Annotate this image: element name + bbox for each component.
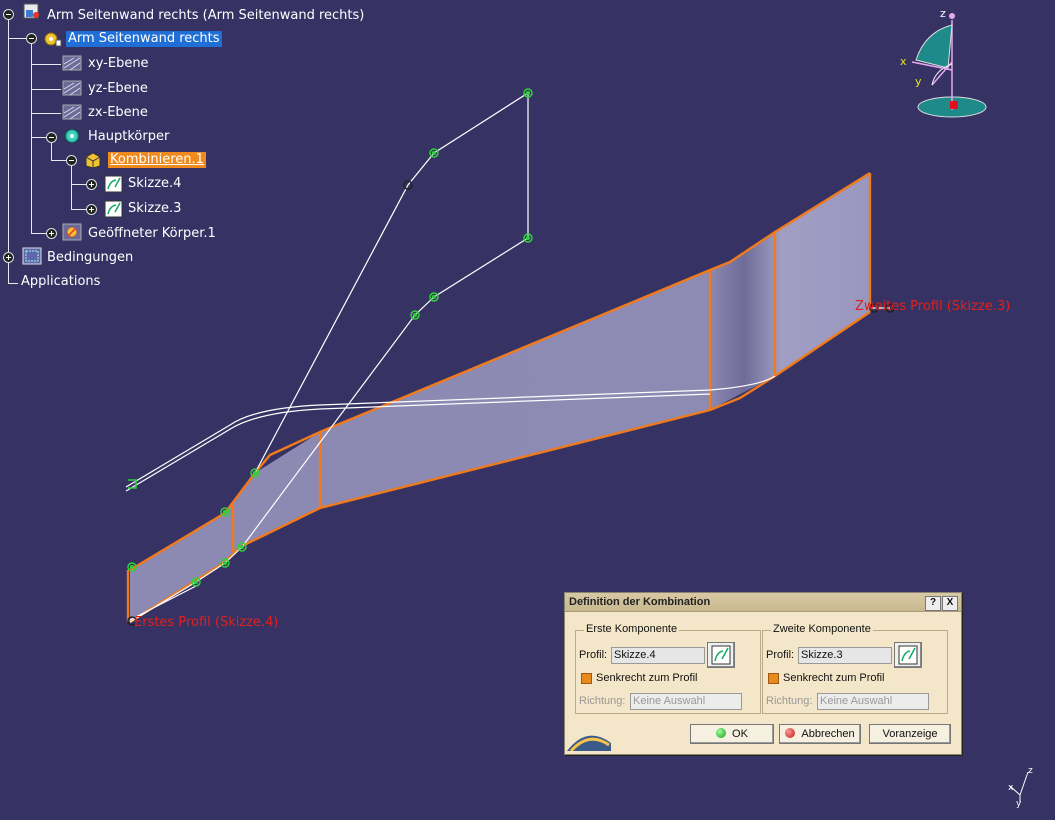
first-perpendicular-checkbox[interactable] <box>581 673 592 684</box>
tree-node-part[interactable]: Arm Seitenwand rechts <box>66 31 222 47</box>
expand-icon[interactable] <box>86 204 97 215</box>
first-component-title: Erste Komponente <box>584 623 680 635</box>
sketch-icon <box>898 645 918 665</box>
tree-node-xy-plane[interactable]: xy-Ebene <box>88 56 149 72</box>
second-profile-sketch-button[interactable] <box>894 642 922 668</box>
tree-node-yz-plane[interactable]: yz-Ebene <box>88 81 148 97</box>
dialog-logo-icon <box>567 735 611 751</box>
expand-icon[interactable] <box>86 179 97 190</box>
tree-node-constraints[interactable]: Bedingungen <box>47 250 133 266</box>
close-button[interactable]: X <box>942 596 958 611</box>
plane-icon <box>62 104 82 120</box>
ok-icon <box>716 728 727 738</box>
tree-node-applications[interactable]: Applications <box>21 274 100 290</box>
expand-icon[interactable] <box>3 252 14 263</box>
body-gear-icon <box>65 129 79 143</box>
tree-line <box>71 209 87 210</box>
tree-line <box>31 233 47 234</box>
tree-node-zx-plane[interactable]: zx-Ebene <box>88 105 148 121</box>
axis-z-label: z <box>1028 766 1033 776</box>
cancel-button[interactable]: Abbrechen <box>779 724 861 744</box>
cancel-icon <box>785 728 796 738</box>
help-button[interactable]: ? <box>925 596 941 611</box>
first-perpendicular-label: Senkrecht zum Profil <box>596 672 698 684</box>
tree-node-root[interactable]: Arm Seitenwand rechts (Arm Seitenwand re… <box>47 8 364 24</box>
expand-icon[interactable] <box>46 228 57 239</box>
tree-node-sketch-4[interactable]: Skizze.4 <box>128 176 181 192</box>
plane-icon <box>62 80 82 96</box>
first-profile-sketch-button[interactable] <box>707 642 735 668</box>
first-direction-label: Richtung: <box>579 695 626 707</box>
second-profile-label: Zweites Profil (Skizze.3) <box>855 299 1011 314</box>
compass-icon[interactable] <box>911 13 987 118</box>
tree-line <box>51 141 52 161</box>
first-component-group: Erste Komponente Profil: Skizze.4 Senkre… <box>575 623 761 714</box>
second-perpendicular-label: Senkrecht zum Profil <box>783 672 885 684</box>
tree-line <box>51 160 67 161</box>
tree-line <box>31 64 61 65</box>
second-profile-field[interactable]: Skizze.3 <box>798 647 892 664</box>
tree-line <box>31 137 47 138</box>
tree-line <box>71 184 87 185</box>
compass-y-label: y <box>915 75 922 88</box>
second-perpendicular-checkbox[interactable] <box>768 673 779 684</box>
tree-line <box>8 38 26 39</box>
compass-x-label: x <box>900 55 907 68</box>
preview-button[interactable]: Voranzeige <box>869 724 951 744</box>
tree-line <box>8 14 9 284</box>
tree-line <box>31 42 32 234</box>
product-icon <box>23 3 39 19</box>
collapse-icon[interactable] <box>26 33 37 44</box>
plane-icon <box>62 55 82 71</box>
second-direction-field[interactable]: Keine Auswahl <box>817 693 929 710</box>
compass-z-label: z <box>940 7 946 20</box>
constraints-icon <box>22 247 42 265</box>
collapse-icon[interactable] <box>3 9 14 20</box>
sketch-icon <box>711 645 731 665</box>
collapse-icon[interactable] <box>46 132 57 143</box>
part-gear-icon <box>44 32 62 47</box>
tree-node-main-body[interactable]: Hauptkörper <box>88 129 169 145</box>
ok-label: OK <box>732 728 748 740</box>
first-profile-label: Erstes Profil (Skizze.4) <box>134 615 279 630</box>
combine-definition-dialog: Definition der Kombination ? X Erste Kom… <box>564 592 962 755</box>
collapse-icon[interactable] <box>66 155 77 166</box>
open-body-icon <box>62 223 82 241</box>
ok-button[interactable]: OK <box>690 724 774 744</box>
axis-x-label: x <box>1008 783 1014 793</box>
sketch-icon <box>104 175 123 193</box>
cancel-label: Abbrechen <box>801 728 855 740</box>
sketch-icon <box>104 200 123 218</box>
second-component-group: Zweite Komponente Profil: Skizze.3 Senkr… <box>762 623 948 714</box>
second-profile-field-label: Profil: <box>766 649 795 661</box>
tree-line <box>8 283 18 284</box>
tree-line <box>71 164 72 210</box>
tree-node-open-body[interactable]: Geöffneter Körper.1 <box>88 226 216 242</box>
first-profile-field[interactable]: Skizze.4 <box>611 647 705 664</box>
second-component-title: Zweite Komponente <box>771 623 873 635</box>
specification-tree[interactable]: Arm Seitenwand rechts (Arm Seitenwand re… <box>0 0 364 300</box>
tree-line <box>31 113 61 114</box>
tree-node-combine[interactable]: Kombinieren.1 <box>108 152 206 168</box>
axis-y-label: y <box>1016 799 1022 809</box>
tree-line <box>31 89 61 90</box>
combine-feature-icon <box>85 152 101 169</box>
first-direction-field[interactable]: Keine Auswahl <box>630 693 742 710</box>
first-profile-field-label: Profil: <box>579 649 608 661</box>
tree-node-sketch-3[interactable]: Skizze.3 <box>128 201 181 217</box>
second-direction-label: Richtung: <box>766 695 813 707</box>
dialog-title[interactable]: Definition der Kombination <box>565 593 961 612</box>
